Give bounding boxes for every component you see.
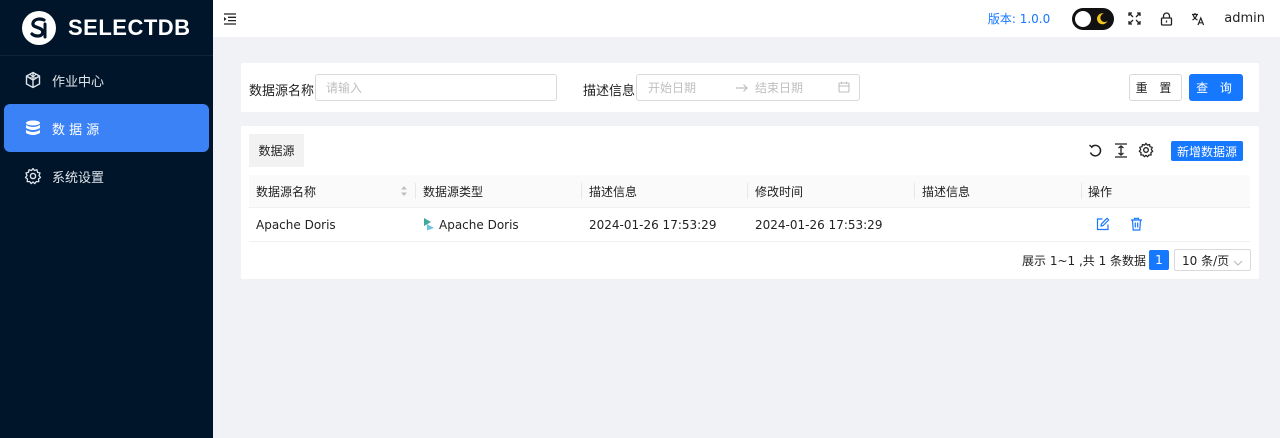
datasource-name-input[interactable]: 请输入 [315, 74, 557, 101]
delete-icon[interactable] [1129, 217, 1143, 231]
menu-fold-icon[interactable] [223, 12, 237, 26]
cell-type: Apache Doris [439, 217, 519, 232]
column-header: 数据源类型 [423, 184, 484, 199]
tab-datasource[interactable]: 数据源 [249, 134, 304, 167]
column-header[interactable]: 数据源名称 [256, 175, 316, 207]
sidebar: SELECTDB 作业中心 数 据 源 系统设置 [0, 0, 213, 438]
sidebar-nav: 作业中心 数 据 源 系统设置 [0, 56, 213, 200]
sort-icon[interactable] [400, 185, 408, 201]
database-icon [24, 119, 42, 137]
cell-desc: 2024-01-26 17:53:29 [589, 217, 717, 232]
top-header: 版本: 1.0.0 admin [213, 0, 1280, 37]
fullscreen-icon[interactable] [1126, 11, 1142, 27]
column-divider [581, 183, 582, 199]
column-divider [415, 183, 416, 199]
table-row[interactable]: Apache Doris Apache Doris 2024-01-26 17:… [249, 207, 1250, 242]
theme-toggle[interactable] [1072, 7, 1115, 30]
chevron-down-icon [1233, 256, 1243, 270]
sidebar-item-settings[interactable]: 系统设置 [0, 152, 213, 200]
lock-icon[interactable] [1158, 11, 1174, 27]
datasource-name-label: 数据源名称 [249, 84, 315, 99]
selectdb-logo-icon [22, 10, 56, 45]
sidebar-item-label: 数 据 源 [52, 122, 100, 138]
column-header: 操作 [1088, 184, 1113, 199]
edit-icon[interactable] [1096, 217, 1110, 231]
calendar-icon [838, 81, 850, 96]
header-actions: 版本: 1.0.0 admin [988, 0, 1280, 37]
end-date-placeholder: 结束日期 [755, 81, 804, 95]
gear-icon [24, 167, 42, 185]
translate-icon[interactable] [1190, 11, 1206, 27]
brand-name: SELECTDB [68, 14, 191, 40]
page-size-value: 10 条/页 [1182, 253, 1230, 268]
version-label[interactable]: 版本: 1.0.0 [988, 10, 1050, 27]
date-range-picker[interactable]: 开始日期 结束日期 [636, 74, 860, 101]
column-divider [914, 183, 915, 199]
column-header: 描述信息 [589, 184, 638, 199]
cell-modified: 2024-01-26 17:53:29 [755, 217, 883, 232]
sidebar-item-jobs[interactable]: 作业中心 [0, 56, 213, 104]
sidebar-item-label: 系统设置 [52, 170, 105, 186]
user-name[interactable]: admin [1224, 11, 1265, 26]
query-button[interactable]: 查 询 [1189, 74, 1243, 101]
page-button-1[interactable]: 1 [1149, 250, 1169, 270]
desc-label: 描述信息 [583, 84, 636, 99]
input-placeholder: 请输入 [326, 81, 363, 95]
arrow-right-icon [735, 82, 749, 96]
datasource-table-card: 数据源 新增数据源 数据源名称 数据源类型 描述信息 修改时间 描述信息 操作 … [241, 126, 1259, 279]
reset-button[interactable]: 重 置 [1129, 74, 1182, 101]
logo[interactable]: SELECTDB [0, 0, 213, 56]
page-size-select[interactable]: 10 条/页 [1174, 249, 1251, 271]
start-date-placeholder: 开始日期 [648, 81, 697, 95]
moon-icon [1095, 12, 1109, 30]
cell-name: Apache Doris [256, 217, 336, 232]
doris-logo-icon [423, 217, 435, 235]
column-divider [747, 183, 748, 199]
column-divider [1081, 183, 1082, 199]
setting-icon[interactable] [1138, 142, 1154, 158]
column-header: 修改时间 [755, 184, 804, 199]
toggle-knob [1075, 10, 1092, 27]
add-datasource-button[interactable]: 新增数据源 [1171, 141, 1243, 161]
pagination-summary: 展示 1~1 ,共 1 条数据 [1022, 253, 1147, 268]
sidebar-item-datasource[interactable]: 数 据 源 [4, 104, 209, 152]
search-form: 数据源名称 请输入 描述信息 开始日期 结束日期 重 置 查 询 [241, 63, 1259, 112]
sidebar-item-label: 作业中心 [52, 74, 105, 90]
table-header: 数据源名称 数据源类型 描述信息 修改时间 描述信息 操作 [249, 175, 1250, 207]
column-header: 描述信息 [922, 184, 971, 199]
cube-icon [24, 71, 42, 89]
column-height-icon[interactable] [1113, 142, 1129, 158]
refresh-icon[interactable] [1087, 142, 1103, 158]
